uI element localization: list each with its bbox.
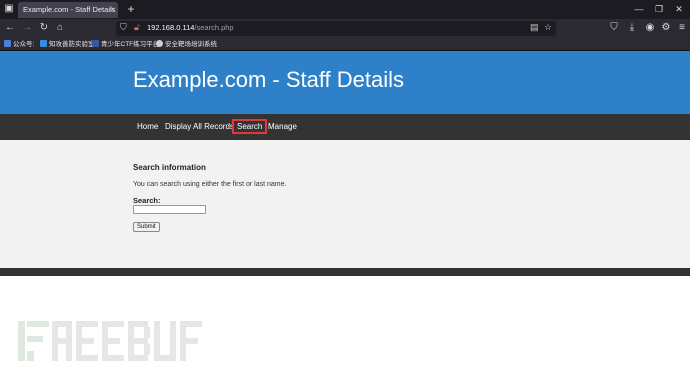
menu-display-all-link[interactable]: Display All Records (165, 122, 234, 131)
back-arrow-icon[interactable]: ← (4, 22, 16, 34)
bookmark-item[interactable]: 公众号: (4, 39, 34, 50)
bookmark-item[interactable]: 青少年CTF练习平台 (92, 39, 159, 50)
bookmark-item[interactable]: 知攻善防实验室 (40, 39, 95, 50)
site-menu: Home Display All Records Search Manage (0, 114, 690, 140)
browser-tab[interactable]: Example.com - Staff Details - We × (18, 2, 118, 18)
bookmark-icon (92, 40, 99, 47)
menu-search-link[interactable]: Search (232, 119, 268, 134)
submit-button[interactable]: Submit (133, 222, 160, 232)
bookmark-icon (4, 40, 11, 47)
search-input[interactable] (133, 205, 206, 214)
browser-tab-bar: ▣ Example.com - Staff Details - We × + —… (0, 0, 690, 19)
home-icon[interactable]: ⌂ (54, 22, 66, 34)
extensions-icon[interactable]: ⚙ (660, 22, 672, 34)
freebuf-watermark-logo (18, 321, 202, 361)
tab-close-icon[interactable]: × (110, 2, 115, 18)
menu-manage-link[interactable]: Manage (268, 122, 297, 131)
url-host: 192.168.0.114 (147, 23, 195, 32)
web-page: Example.com - Staff Details Home Display… (0, 51, 690, 371)
tab-list-icon[interactable]: ▣ (3, 3, 15, 15)
bookmark-icon (40, 40, 47, 47)
tab-title: Example.com - Staff Details - We (23, 5, 118, 14)
maximize-button[interactable]: ❐ (650, 2, 668, 16)
shield-icon[interactable]: ⛉ (120, 22, 127, 33)
url-path: /search.php (194, 23, 234, 32)
site-header: Example.com - Staff Details (0, 51, 690, 114)
footer-bar (0, 268, 690, 276)
menu-home-link[interactable]: Home (137, 122, 158, 131)
new-tab-button[interactable]: + (124, 2, 138, 16)
bookmark-label: 知攻善防实验室 (49, 41, 95, 48)
address-bar[interactable]: ⛉ 🔓︎ 192.168.0.114/search.php ▤ ☆ (116, 21, 556, 36)
search-description: You can search using either the first or… (133, 181, 287, 188)
site-title: Example.com - Staff Details (133, 67, 405, 92)
menu-icon[interactable]: ≡ (676, 22, 688, 34)
bookmark-icon (156, 40, 163, 47)
url-text[interactable]: 192.168.0.114/search.php (147, 23, 234, 32)
reload-icon[interactable]: ↻ (38, 22, 50, 34)
search-label: Search: (133, 196, 161, 205)
account-icon[interactable]: ◉ (644, 22, 656, 34)
search-heading: Search information (133, 163, 206, 172)
bookmark-label: 青少年CTF练习平台 (101, 41, 160, 48)
insecure-lock-icon[interactable]: 🔓︎ (134, 22, 140, 33)
close-window-button[interactable]: ✕ (670, 2, 688, 16)
reader-view-icon[interactable]: ▤ (530, 22, 539, 33)
minimize-button[interactable]: — (630, 2, 648, 16)
bookmark-item[interactable]: 安全靶场培训系统 (156, 39, 217, 50)
bookmark-label: 安全靶场培训系统 (165, 41, 217, 48)
bookmarks-bar: 公众号: 知攻善防实验室 青少年CTF练习平台 安全靶场培训系统 (0, 38, 690, 51)
bookmark-star-icon[interactable]: ☆ (544, 22, 552, 33)
forward-arrow-icon[interactable]: → (21, 22, 33, 34)
browser-toolbar: ← → ↻ ⌂ ⛉ 🔓︎ 192.168.0.114/search.php ▤ … (0, 19, 690, 38)
main-content: Search information You can search using … (0, 140, 690, 268)
pocket-icon[interactable]: ⛉ (608, 22, 620, 34)
download-icon[interactable]: ⤓ (626, 22, 638, 34)
bookmark-label: 公众号: (13, 41, 35, 48)
